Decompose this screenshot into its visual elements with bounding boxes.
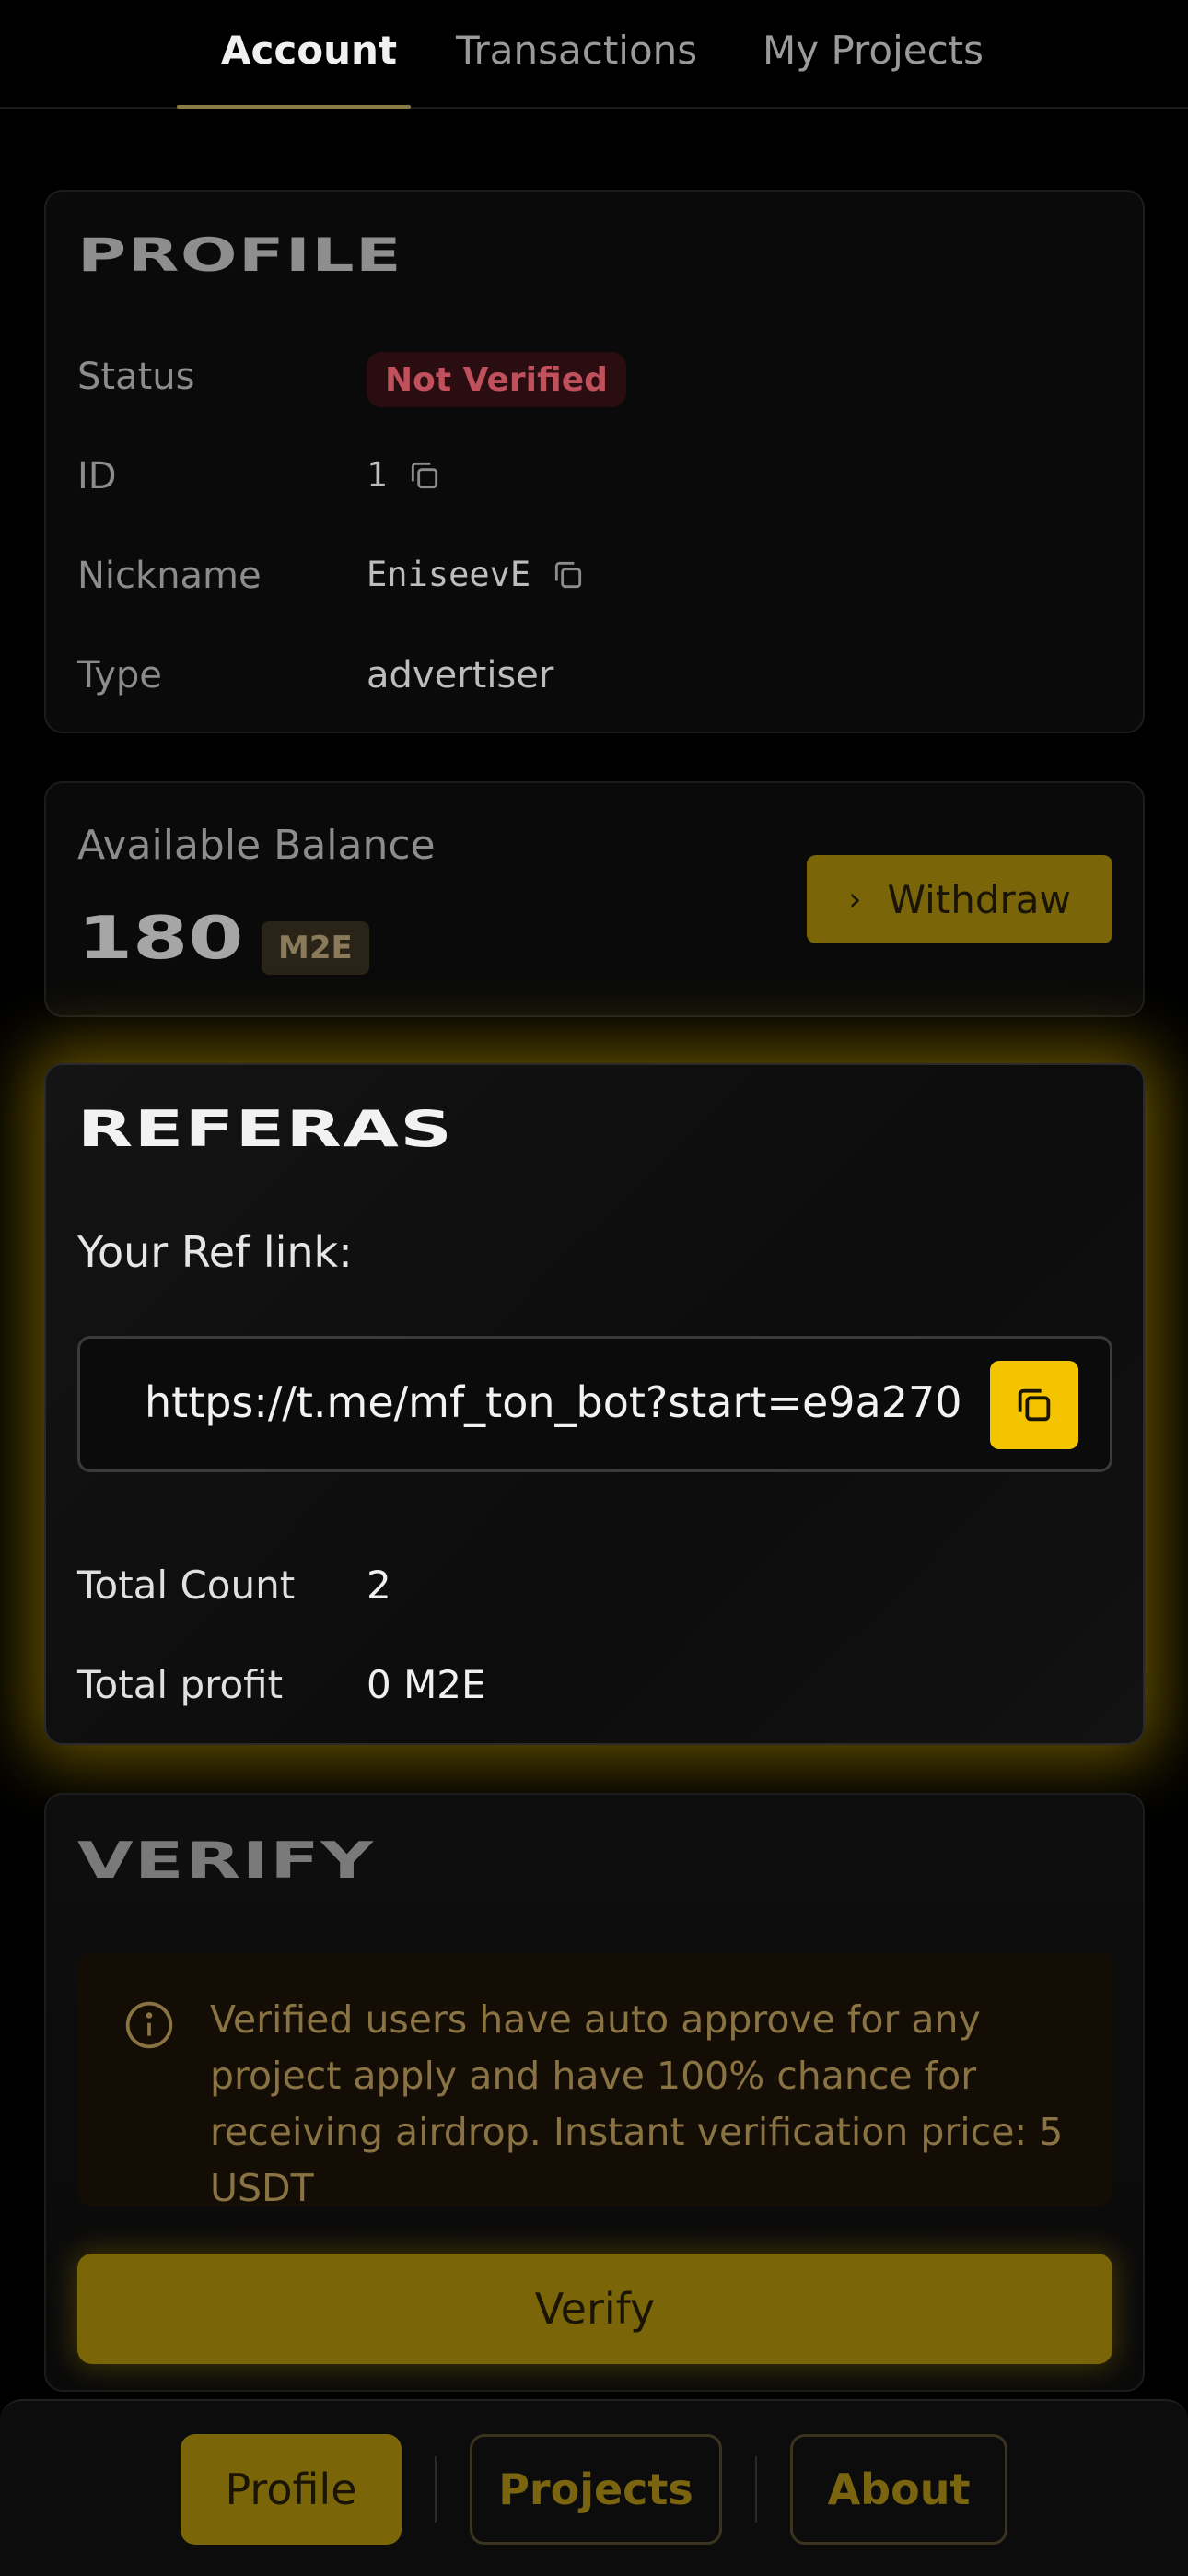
chevron-right-icon: › bbox=[848, 880, 862, 919]
profile-title: PROFILE bbox=[77, 228, 402, 282]
copy-ref-link-button[interactable] bbox=[990, 1361, 1078, 1449]
total-count-value: 2 bbox=[367, 1563, 391, 1608]
ref-link-field[interactable]: https://t.me/mf_ton_bot?start=e9a27025 bbox=[77, 1336, 1112, 1472]
type-label: Type bbox=[77, 654, 162, 697]
verify-title: VERIFY bbox=[77, 1832, 375, 1890]
verify-card: VERIFY Verified users have auto approve … bbox=[44, 1793, 1145, 2392]
withdraw-label: Withdraw bbox=[887, 876, 1071, 922]
status-badge: Not Verified bbox=[367, 352, 626, 407]
nav-projects-button[interactable]: Projects bbox=[470, 2434, 722, 2545]
verify-button[interactable]: Verify bbox=[77, 2254, 1112, 2364]
nickname-value: EniseevE bbox=[367, 555, 531, 594]
verify-info-text: Verified users have auto approve for any… bbox=[210, 1997, 1064, 2210]
id-value-row: 1 bbox=[367, 455, 442, 495]
copy-icon bbox=[1018, 1388, 1051, 1422]
referrals-title: REFERAS bbox=[77, 1100, 454, 1158]
withdraw-button[interactable]: › Withdraw bbox=[807, 855, 1112, 943]
nickname-value-row: EniseevE bbox=[367, 555, 586, 594]
referrals-card: REFERAS Your Ref link: https://t.me/mf_t… bbox=[44, 1063, 1145, 1745]
total-count-label: Total Count bbox=[77, 1563, 296, 1608]
top-tabs: Account Transactions My Projects bbox=[0, 0, 1188, 109]
ref-link-value[interactable]: https://t.me/mf_ton_bot?start=e9a27025 bbox=[145, 1377, 964, 1427]
nav-profile-button[interactable]: Profile bbox=[181, 2434, 402, 2545]
total-profit-value: 0 M2E bbox=[367, 1662, 486, 1707]
balance-unit: M2E bbox=[262, 921, 369, 975]
nav-divider bbox=[755, 2456, 757, 2523]
account-page: Account Transactions My Projects PROFILE… bbox=[0, 0, 1188, 2576]
tab-my-projects[interactable]: My Projects bbox=[763, 28, 984, 109]
tab-account[interactable]: Account bbox=[221, 28, 397, 109]
ref-link-label: Your Ref link: bbox=[77, 1227, 353, 1277]
copy-nickname-icon[interactable] bbox=[551, 557, 586, 592]
id-label: ID bbox=[77, 455, 117, 498]
status-label: Status bbox=[77, 356, 195, 398]
id-value: 1 bbox=[367, 455, 388, 495]
nickname-label: Nickname bbox=[77, 555, 262, 597]
verify-info-box: Verified users have auto approve for any… bbox=[77, 1953, 1112, 2210]
profile-card: PROFILE Status Not Verified ID 1 Nicknam… bbox=[44, 190, 1145, 733]
nav-about-button[interactable]: About bbox=[790, 2434, 1007, 2545]
balance-value: 180 bbox=[77, 905, 244, 973]
balance-label: Available Balance bbox=[77, 822, 436, 869]
tab-transactions[interactable]: Transactions bbox=[456, 28, 697, 109]
info-icon bbox=[125, 2001, 173, 2049]
bottom-nav: Profile Projects About bbox=[0, 2399, 1188, 2576]
type-value: advertiser bbox=[367, 654, 554, 697]
balance-card: Available Balance 180 M2E › Withdraw bbox=[44, 781, 1145, 1017]
nav-divider bbox=[435, 2456, 437, 2523]
copy-id-icon[interactable] bbox=[407, 458, 442, 493]
active-tab-indicator bbox=[177, 105, 411, 109]
total-profit-label: Total profit bbox=[77, 1662, 284, 1707]
